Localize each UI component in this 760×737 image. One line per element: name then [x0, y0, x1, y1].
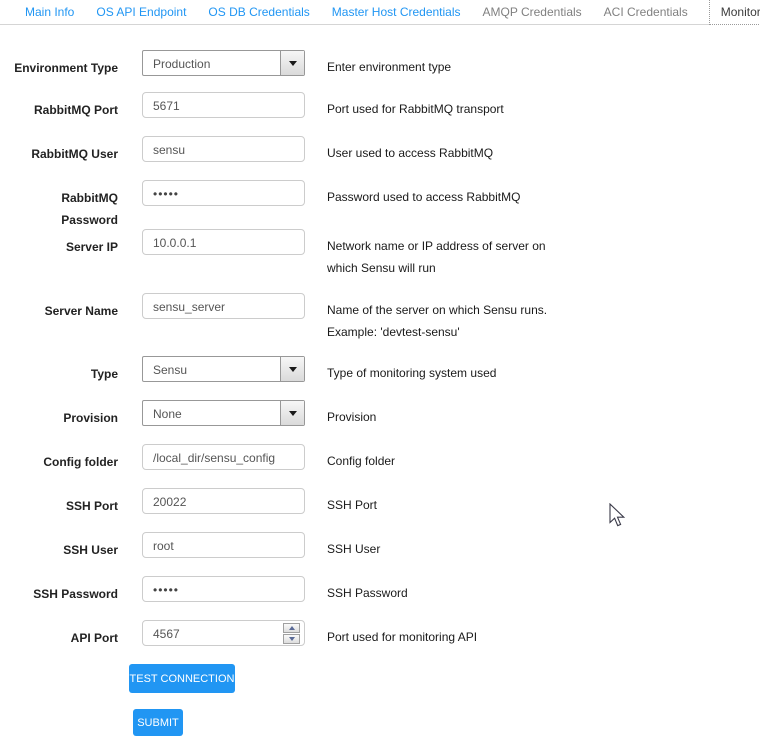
input-value: ••••• — [153, 187, 179, 201]
field-label: Provision — [14, 400, 118, 429]
input-value: 4567 — [153, 627, 180, 641]
config-folder-input[interactable]: /local_dir/sensu_config — [142, 444, 305, 470]
field-label: RabbitMQ Password — [14, 180, 118, 231]
field-label: SSH Password — [14, 576, 118, 605]
field-label: Type — [14, 356, 118, 385]
field-control: ••••• — [142, 576, 305, 602]
field-help-text: Type of monitoring system used — [327, 356, 553, 384]
ssh-user-input[interactable]: root — [142, 532, 305, 558]
field-help-text: Port used for monitoring API — [327, 620, 553, 648]
chevron-down-icon[interactable] — [280, 401, 304, 425]
field-help-text: Provision — [327, 400, 553, 428]
field-help-text: Password used to access RabbitMQ — [327, 180, 553, 208]
field-help-text: Config folder — [327, 444, 553, 472]
field-control: ••••• — [142, 180, 305, 206]
field-help-text: Name of the server on which Sensu runs. … — [327, 293, 553, 343]
environment-type-select[interactable]: Production — [142, 50, 305, 76]
field-help-text: SSH User — [327, 532, 553, 560]
field-label: RabbitMQ Port — [14, 92, 118, 121]
field-label: Config folder — [14, 444, 118, 473]
spinner-up-button[interactable] — [283, 623, 300, 633]
field-control: Sensu — [142, 356, 305, 382]
select-value: Sensu — [153, 363, 187, 377]
field-label: SSH Port — [14, 488, 118, 517]
submit-button[interactable]: SUBMIT — [133, 709, 183, 736]
field-control: None — [142, 400, 305, 426]
spinner-down-button[interactable] — [283, 634, 300, 644]
field-help-text: SSH Port — [327, 488, 553, 516]
rabbitmq-password-password-input[interactable]: ••••• — [142, 180, 305, 206]
rabbitmq-port-input[interactable]: 5671 — [142, 92, 305, 118]
input-value: 10.0.0.1 — [153, 236, 196, 250]
input-value: root — [153, 539, 174, 553]
field-label: RabbitMQ User — [14, 136, 118, 165]
field-control: /local_dir/sensu_config — [142, 444, 305, 470]
server-ip-input[interactable]: 10.0.0.1 — [142, 229, 305, 255]
chevron-down-icon[interactable] — [280, 357, 304, 381]
rabbitmq-user-input[interactable]: sensu — [142, 136, 305, 162]
field-control: 10.0.0.1 — [142, 229, 305, 255]
chevron-down-icon[interactable] — [280, 51, 304, 75]
field-control: 5671 — [142, 92, 305, 118]
number-spinner — [283, 623, 300, 644]
field-label: Server IP — [14, 229, 118, 258]
input-value: sensu — [153, 143, 185, 157]
field-help-text: User used to access RabbitMQ — [327, 136, 553, 164]
api-port-input[interactable]: 4567 — [142, 620, 305, 646]
ssh-port-input[interactable]: 20022 — [142, 488, 305, 514]
input-value: 5671 — [153, 99, 180, 113]
field-control: sensu_server — [142, 293, 305, 319]
monitoring-form: Environment Type Production Enter enviro… — [0, 0, 760, 660]
field-control: Production — [142, 50, 305, 76]
field-help-text: Port used for RabbitMQ transport — [327, 92, 553, 120]
test-connection-button[interactable]: TEST CONNECTION — [129, 664, 235, 693]
field-help-text: Network name or IP address of server on … — [327, 229, 553, 279]
field-label: SSH User — [14, 532, 118, 561]
provision-select[interactable]: None — [142, 400, 305, 426]
field-control: 20022 — [142, 488, 305, 514]
field-control: root — [142, 532, 305, 558]
server-name-input[interactable]: sensu_server — [142, 293, 305, 319]
field-help-text: Enter environment type — [327, 50, 553, 78]
input-value: ••••• — [153, 583, 179, 597]
input-value: /local_dir/sensu_config — [153, 451, 275, 465]
type-select[interactable]: Sensu — [142, 356, 305, 382]
field-label: Environment Type — [14, 50, 118, 79]
select-value: None — [153, 407, 182, 421]
input-value: sensu_server — [153, 300, 225, 314]
field-control: sensu — [142, 136, 305, 162]
field-help-text: SSH Password — [327, 576, 553, 604]
field-label: API Port — [14, 620, 118, 649]
ssh-password-password-input[interactable]: ••••• — [142, 576, 305, 602]
field-label: Server Name — [14, 293, 118, 322]
input-value: 20022 — [153, 495, 186, 509]
field-control: 4567 — [142, 620, 305, 646]
select-value: Production — [153, 57, 210, 71]
